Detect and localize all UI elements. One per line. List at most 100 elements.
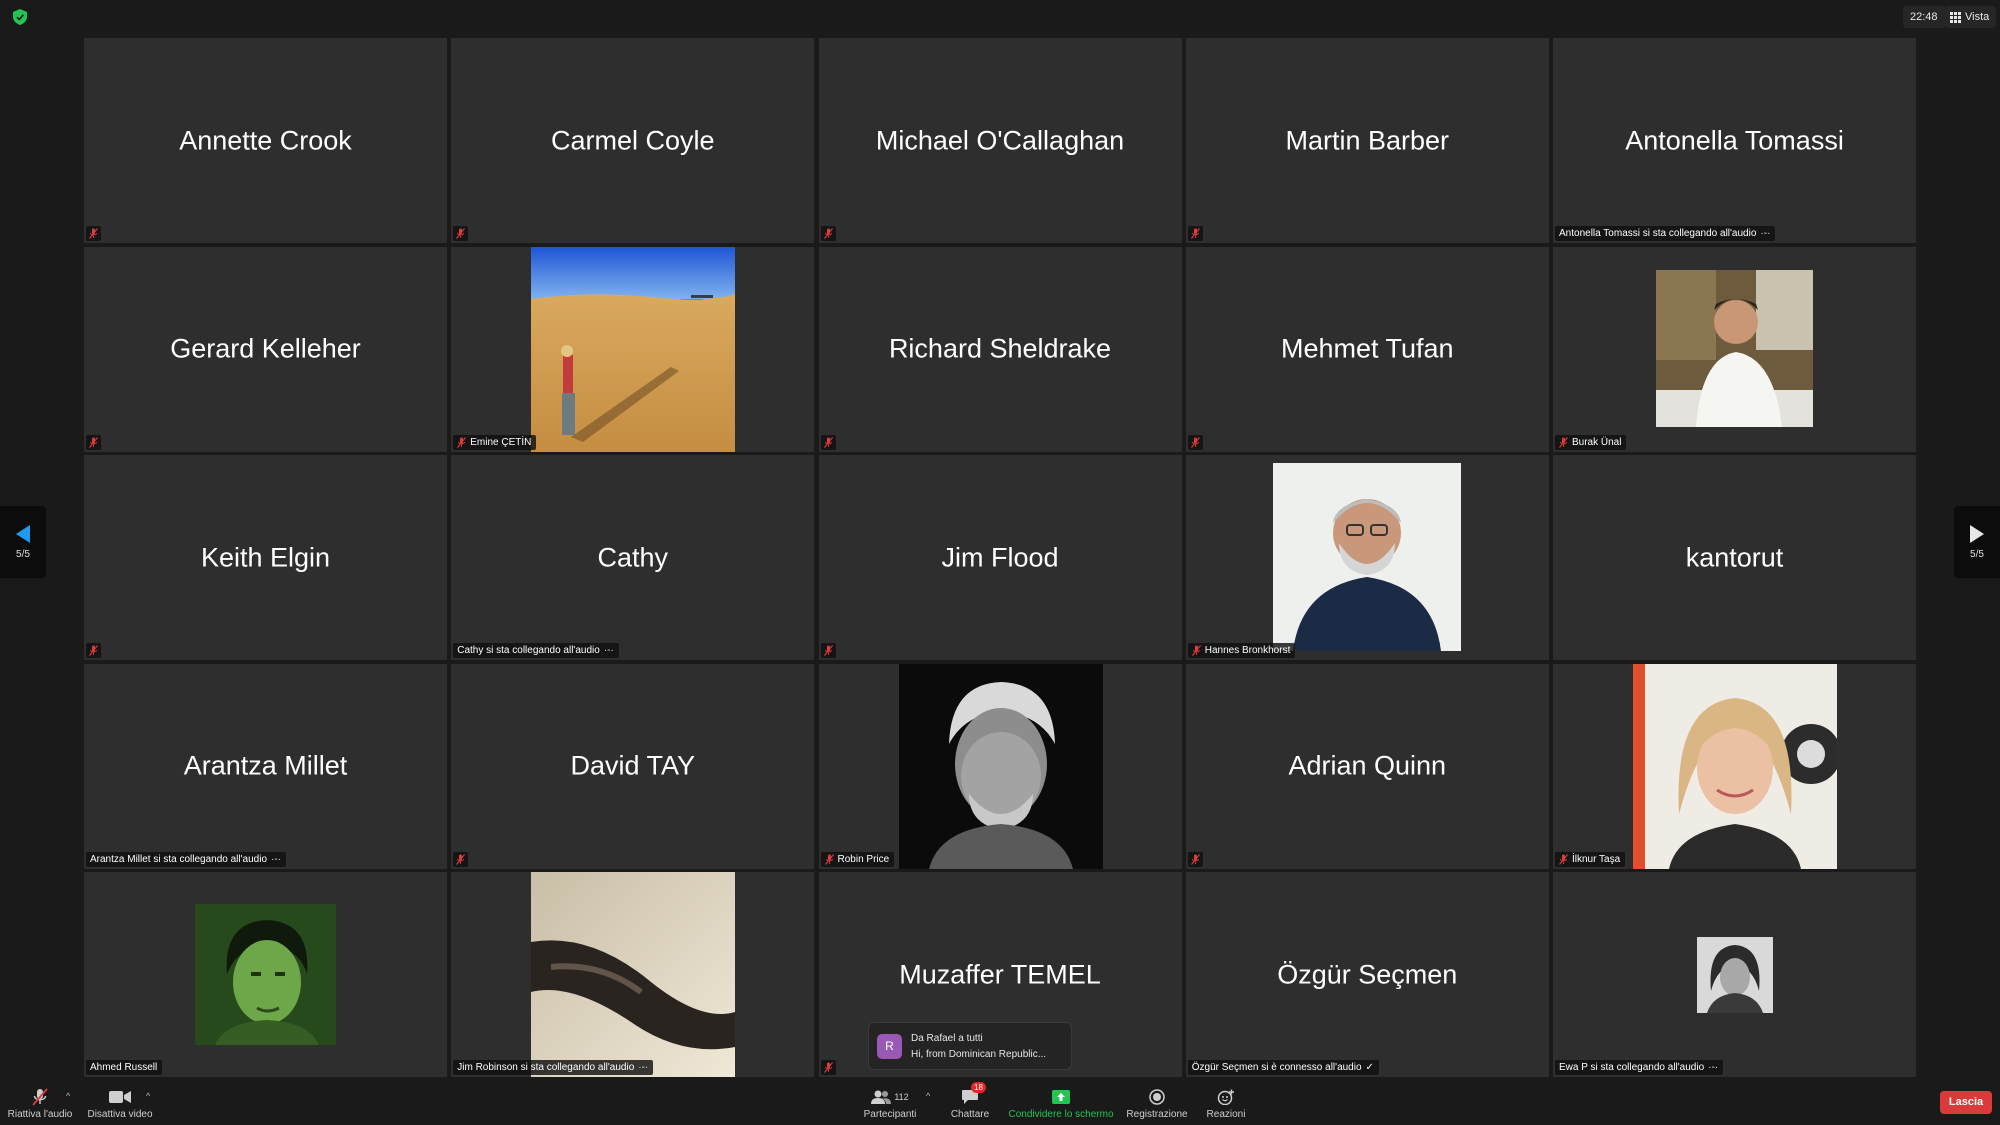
participant-tile[interactable]: Mehmet Tufan: [1185, 246, 1549, 452]
participant-tile[interactable]: Jim Flood: [818, 455, 1182, 660]
participant-tile[interactable]: Ahmed Russell: [84, 872, 447, 1077]
leave-button[interactable]: Lascia: [1940, 1091, 1992, 1114]
unmute-label: Riattiva l'audio: [7, 1109, 73, 1120]
participants-label: Partecipanti: [863, 1109, 917, 1120]
participant-label: Jim Robinson si sta collegando all'audio…: [453, 1060, 654, 1075]
participant-label: Özgür Seçmen si è connesso all'audio ✓: [1187, 1060, 1379, 1075]
blonde-woman-photo: [1633, 663, 1837, 869]
participant-tile[interactable]: Ewa P si sta collegando all'audio ·-·: [1553, 872, 1916, 1077]
muted-mic-icon: [824, 853, 834, 865]
participant-name: Keith Elgin: [200, 542, 331, 572]
avatar: R: [877, 1033, 902, 1059]
view-button[interactable]: Vista: [1944, 6, 1997, 28]
participant-label: Emine ÇETİN: [453, 434, 537, 450]
unmute-button[interactable]: Riattiva l'audio: [4, 1080, 76, 1125]
participants-icon: [871, 1090, 892, 1104]
participant-tile[interactable]: Özgür Seçmen Özgür Seçmen si è connesso …: [1185, 872, 1549, 1077]
desert-photo: [531, 246, 736, 452]
participant-name: Cathy: [597, 542, 669, 572]
chat-message-preview: Hi, from Dominican Republic...: [911, 1048, 1047, 1060]
top-bar: 22:48 Vista: [0, 0, 2000, 34]
participant-tile[interactable]: Robin Price: [818, 663, 1182, 869]
participant-name: Antonella Tomassi: [1625, 125, 1844, 155]
muted-mic-icon: [86, 226, 101, 241]
record-label: Registrazione: [1126, 1109, 1188, 1120]
participant-name: Martin Barber: [1285, 125, 1450, 155]
participant-name: Annette Crook: [179, 125, 352, 155]
connecting-dots-icon: ·-·: [1708, 1062, 1719, 1073]
grid-icon: [1950, 11, 1961, 23]
zoom-meeting-window: 22:48 Vista 5/5 5/5 Annette Crook Carmel…: [0, 0, 2000, 1125]
participant-tile[interactable]: Antonella Tomassi Antonella Tomassi si s…: [1553, 38, 1916, 243]
participant-label: Robin Price: [820, 851, 895, 867]
next-page-button[interactable]: 5/5: [1954, 506, 2000, 578]
participant-tile[interactable]: Arantza Millet Arantza Millet si sta col…: [84, 663, 447, 869]
page-indicator-left: 5/5: [16, 548, 30, 560]
previous-page-button[interactable]: 5/5: [0, 506, 46, 578]
audio-options-caret-icon[interactable]: ^: [66, 1091, 70, 1101]
bearded-man-photo: [1272, 463, 1461, 651]
participant-tile[interactable]: Burak Ünal: [1553, 246, 1916, 452]
participants-icon-group: 112: [871, 1088, 909, 1106]
man-white-shirt-photo: [1656, 269, 1813, 427]
participant-tile[interactable]: İlknur Taşa: [1553, 663, 1916, 869]
share-screen-label: Condividere lo schermo: [1008, 1109, 1114, 1120]
muted-mic-icon: [820, 1060, 836, 1075]
muted-mic-icon: [1559, 853, 1568, 865]
participant-tile[interactable]: Gerard Kelleher: [84, 246, 447, 452]
connecting-dots-icon: ·-·: [603, 645, 614, 656]
participant-tile[interactable]: Annette Crook: [84, 38, 447, 243]
smiley-plus-icon: [1217, 1088, 1235, 1106]
participant-tile[interactable]: Emine ÇETİN: [451, 246, 815, 452]
participant-gallery: Annette Crook Carmel Coyle Michael O'Cal…: [84, 38, 1916, 1077]
participant-name: Gerard Kelleher: [170, 333, 361, 364]
participant-tile[interactable]: Richard Sheldrake: [818, 246, 1182, 452]
muted-mic-icon: [86, 643, 101, 658]
participant-tile[interactable]: Cathy Cathy si sta collegando all'audio …: [451, 455, 815, 660]
arrow-right-icon: [1970, 524, 1984, 543]
shield-check-icon[interactable]: [13, 9, 27, 25]
stop-video-label: Disattiva video: [87, 1109, 153, 1120]
participant-name: Mehmet Tufan: [1280, 333, 1454, 364]
share-screen-button[interactable]: Condividere lo schermo: [1006, 1080, 1116, 1125]
video-options-caret-icon[interactable]: ^: [146, 1091, 150, 1101]
participant-tile[interactable]: Adrian Quinn: [1185, 663, 1549, 869]
audio-status-text: Cathy si sta collegando all'audio: [457, 645, 600, 656]
participant-name: Arantza Millet: [183, 750, 348, 781]
connecting-dots-icon: ·-·: [1760, 228, 1771, 239]
participant-name: Jim Flood: [941, 542, 1059, 572]
participant-label: Ewa P si sta collegando all'audio ·-·: [1555, 1060, 1724, 1075]
checkmark-icon: ✓: [1365, 1062, 1374, 1073]
participant-name-label: İlknur Taşa: [1572, 853, 1621, 865]
participant-label: Hannes Bronkhorst: [1187, 643, 1296, 658]
participant-name: kantorut: [1685, 542, 1784, 572]
record-button[interactable]: Registrazione: [1124, 1080, 1190, 1125]
chat-button[interactable]: 18 Chattare: [940, 1080, 1000, 1125]
small-woman-portrait-photo: [1697, 937, 1773, 1013]
stop-video-button[interactable]: Disattiva video: [84, 1080, 156, 1125]
participant-name: Richard Sheldrake: [888, 333, 1112, 364]
green-portrait-photo: [195, 904, 336, 1045]
participants-button[interactable]: 112 Partecipanti: [856, 1080, 924, 1125]
participants-options-caret-icon[interactable]: ^: [926, 1091, 930, 1101]
sepia-abstract-photo: [531, 872, 736, 1077]
participant-tile[interactable]: Carmel Coyle: [451, 38, 815, 243]
participant-label: İlknur Taşa: [1555, 851, 1626, 867]
participant-tile[interactable]: Hannes Bronkhorst: [1185, 455, 1549, 660]
participant-name: Muzaffer TEMEL: [899, 959, 1101, 989]
participant-tile[interactable]: Michael O'Callaghan: [818, 38, 1182, 243]
muted-mic-icon: [820, 434, 836, 450]
audio-status-text: Jim Robinson si sta collegando all'audio: [457, 1062, 635, 1073]
participant-tile[interactable]: kantorut: [1553, 455, 1916, 660]
participant-tile[interactable]: Jim Robinson si sta collegando all'audio…: [451, 872, 815, 1077]
chat-label: Chattare: [950, 1109, 990, 1120]
reactions-button[interactable]: Reazioni: [1198, 1080, 1254, 1125]
meeting-clock: 22:48: [1903, 6, 1945, 28]
participant-tile[interactable]: David TAY: [451, 663, 815, 869]
participant-label: Arantza Millet si sta collegando all'aud…: [86, 851, 287, 867]
record-icon: [1149, 1088, 1165, 1106]
participant-tile[interactable]: Martin Barber: [1185, 38, 1549, 243]
participant-tile[interactable]: Keith Elgin: [84, 455, 447, 660]
audio-status-text: Arantza Millet si sta collegando all'aud…: [90, 853, 268, 865]
chat-notification[interactable]: R Da Rafael a tutti Hi, from Dominican R…: [868, 1022, 1072, 1070]
